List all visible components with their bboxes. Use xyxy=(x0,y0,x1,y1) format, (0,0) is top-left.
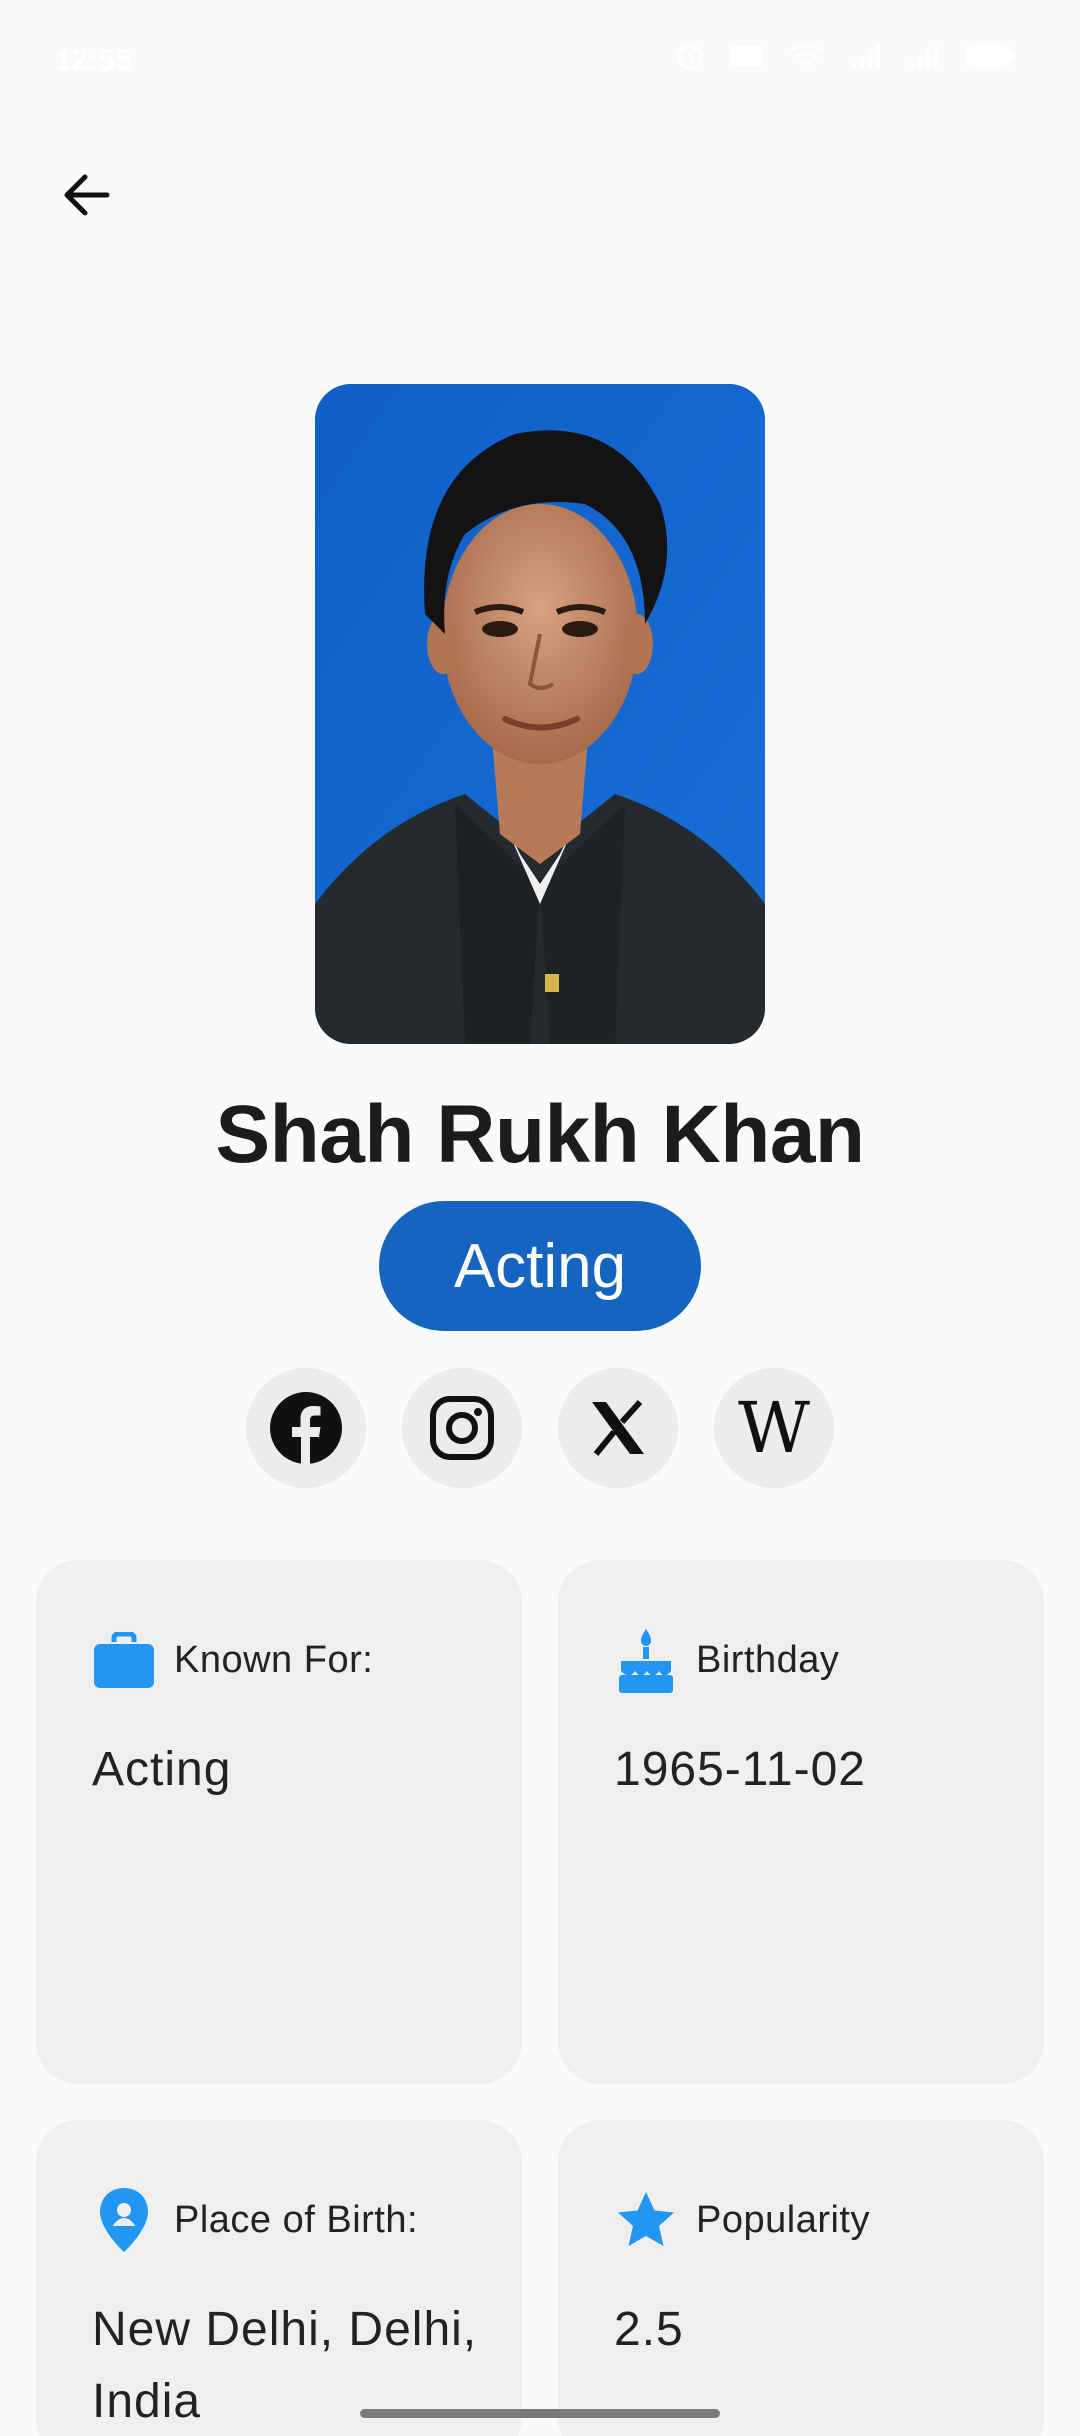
known-for-header: Known For: xyxy=(92,1628,373,1692)
home-indicator[interactable] xyxy=(360,2409,720,2418)
briefcase-icon xyxy=(92,1628,156,1692)
social-links: W xyxy=(246,1368,834,1488)
place-of-birth-label: Place of Birth: xyxy=(174,2198,419,2241)
alarm-icon xyxy=(674,40,706,72)
wikipedia-button[interactable]: W xyxy=(714,1368,834,1488)
wifi-icon xyxy=(786,40,826,72)
birthday-card: Birthday 1965-11-02 xyxy=(558,1560,1044,2084)
status-bar: 12:55 xyxy=(0,0,1080,120)
hd-signal-icon xyxy=(728,40,764,72)
known-for-value: Acting xyxy=(92,1743,232,1796)
person-name: Shah Rukh Khan xyxy=(215,1089,865,1180)
birthday-value: 1965-11-02 xyxy=(614,1743,866,1796)
known-for-card: Known For: Acting xyxy=(36,1560,522,2084)
x-icon xyxy=(592,1399,644,1456)
popularity-value: 2.5 xyxy=(614,2303,684,2356)
battery-icon xyxy=(964,40,1016,72)
signal-icon-2 xyxy=(906,40,942,72)
facebook-button[interactable] xyxy=(246,1368,366,1488)
profile-photo xyxy=(315,384,765,1044)
birthday-label: Birthday xyxy=(696,1638,840,1681)
wikipedia-icon: W xyxy=(738,1387,810,1469)
star-icon xyxy=(614,2188,678,2252)
birthday-header: Birthday xyxy=(614,1628,840,1693)
person-detail-screen: 12:55 Shah Rukh Khan Acting W Known For:… xyxy=(0,0,1080,2436)
x-button[interactable] xyxy=(558,1368,678,1488)
instagram-icon xyxy=(430,1396,494,1460)
known-for-label: Known For: xyxy=(174,1638,374,1681)
instagram-button[interactable] xyxy=(402,1368,522,1488)
back-button[interactable] xyxy=(40,150,130,240)
arrow-left-icon xyxy=(64,174,110,216)
location-pin-icon xyxy=(92,2188,156,2252)
popularity-label: Popularity xyxy=(696,2198,870,2241)
place-of-birth-header: Place of Birth: xyxy=(92,2188,418,2252)
popularity-card: Popularity 2.5 xyxy=(558,2120,1044,2436)
cake-icon xyxy=(614,1628,678,1693)
facebook-icon xyxy=(270,1392,342,1465)
popularity-header: Popularity xyxy=(614,2188,870,2252)
status-icons xyxy=(674,40,1016,72)
status-time: 12:55 xyxy=(55,44,132,77)
place-of-birth-card: Place of Birth: New Delhi, Delhi, India xyxy=(36,2120,522,2436)
portrait-image xyxy=(315,384,765,1044)
signal-icon-1 xyxy=(848,40,884,72)
department-chip[interactable]: Acting xyxy=(379,1201,701,1331)
